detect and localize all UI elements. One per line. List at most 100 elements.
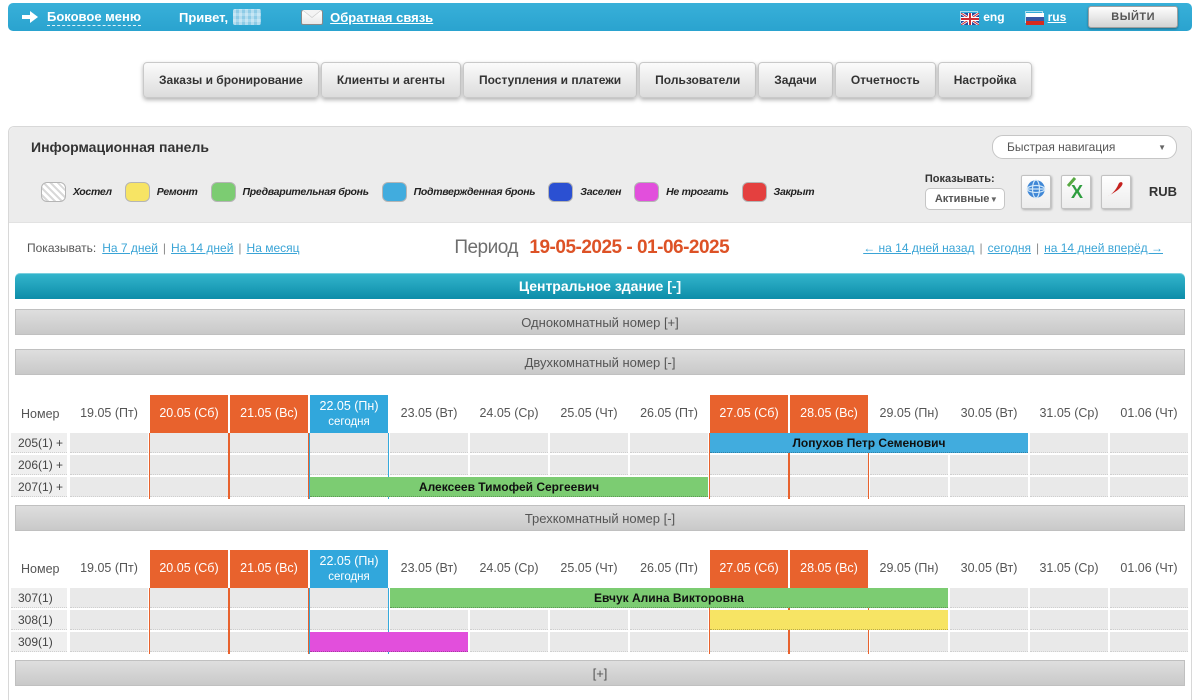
day-cell[interactable]: [230, 610, 308, 630]
day-cell[interactable]: [150, 433, 228, 453]
day-cell[interactable]: [1110, 477, 1188, 497]
day-cell[interactable]: [550, 610, 628, 630]
day-cell[interactable]: [310, 588, 388, 608]
day-header-1[interactable]: 20.05 (Сб): [150, 550, 228, 588]
quick-nav-select[interactable]: Быстрая навигация ▼: [992, 135, 1177, 159]
day-header-today[interactable]: 22.05 (Пн)сегодня: [310, 395, 388, 433]
room-label[interactable]: 206(1) +: [11, 455, 67, 475]
day-cell[interactable]: [1110, 610, 1188, 630]
day-cell[interactable]: [70, 477, 148, 497]
day-cell[interactable]: [790, 477, 868, 497]
day-cell[interactable]: [1030, 455, 1108, 475]
day-header-today[interactable]: 22.05 (Пн)сегодня: [310, 550, 388, 588]
section-one-room[interactable]: Однокомнатный номер [+]: [15, 309, 1185, 335]
pdf-export-button[interactable]: [1101, 175, 1131, 209]
day-cell[interactable]: [950, 477, 1028, 497]
day-cell[interactable]: [870, 455, 948, 475]
day-cell[interactable]: [390, 433, 468, 453]
day-cell[interactable]: [710, 632, 788, 652]
lang-rus-link[interactable]: rus: [1048, 10, 1067, 24]
day-cell[interactable]: [1030, 588, 1108, 608]
nav-tab-3[interactable]: Пользователи: [639, 62, 756, 98]
day-cell[interactable]: [1110, 588, 1188, 608]
day-cell[interactable]: [950, 455, 1028, 475]
web-export-button[interactable]: [1021, 175, 1051, 209]
logout-button[interactable]: выйти: [1088, 6, 1178, 28]
room-label[interactable]: 207(1) +: [11, 477, 67, 497]
day-cell[interactable]: [70, 455, 148, 475]
nav-tab-5[interactable]: Отчетность: [835, 62, 936, 98]
day-cell[interactable]: [1030, 610, 1108, 630]
section-three-room[interactable]: Трехкомнатный номер [-]: [15, 505, 1185, 531]
day-cell[interactable]: [230, 588, 308, 608]
feedback-link[interactable]: Обратная связь: [330, 10, 433, 25]
side-menu-link[interactable]: Боковое меню: [47, 9, 141, 26]
day-cell[interactable]: [790, 632, 868, 652]
day-cell[interactable]: [230, 632, 308, 652]
day-cell[interactable]: [1030, 433, 1108, 453]
day-header-9[interactable]: 28.05 (Вс): [790, 395, 868, 433]
day-cell[interactable]: [870, 632, 948, 652]
day-cell[interactable]: [70, 433, 148, 453]
day-header-9[interactable]: 28.05 (Вс): [790, 550, 868, 588]
room-label[interactable]: 308(1): [11, 610, 67, 630]
feedback-block[interactable]: Обратная связь: [301, 10, 433, 25]
day-cell[interactable]: [790, 455, 868, 475]
period-nav-link-1[interactable]: сегодня: [988, 241, 1031, 255]
day-cell[interactable]: [470, 455, 548, 475]
day-cell[interactable]: [870, 477, 948, 497]
day-cell[interactable]: [150, 632, 228, 652]
side-menu-toggle[interactable]: Боковое меню: [22, 9, 141, 26]
day-cell[interactable]: [310, 455, 388, 475]
day-cell[interactable]: [470, 610, 548, 630]
day-cell[interactable]: [1110, 455, 1188, 475]
lang-eng-link[interactable]: eng: [983, 10, 1004, 24]
booking-bar-preliminary[interactable]: Алексеев Тимофей Сергеевич: [310, 477, 708, 497]
day-cell[interactable]: [230, 433, 308, 453]
range-link-0[interactable]: На 7 дней: [102, 241, 158, 255]
day-cell[interactable]: [230, 455, 308, 475]
section-expand-more[interactable]: [+]: [15, 660, 1185, 686]
room-label[interactable]: 205(1) +: [11, 433, 67, 453]
day-cell[interactable]: [150, 455, 228, 475]
show-filter-select[interactable]: Активные ▼: [925, 188, 1005, 210]
day-cell[interactable]: [390, 610, 468, 630]
day-cell[interactable]: [550, 433, 628, 453]
day-cell[interactable]: [550, 455, 628, 475]
day-cell[interactable]: [710, 455, 788, 475]
day-cell[interactable]: [550, 632, 628, 652]
day-cell[interactable]: [630, 610, 708, 630]
room-label[interactable]: 307(1): [11, 588, 67, 608]
nav-tab-6[interactable]: Настройка: [938, 62, 1033, 98]
day-cell[interactable]: [150, 588, 228, 608]
day-cell[interactable]: [70, 588, 148, 608]
day-cell[interactable]: [950, 632, 1028, 652]
day-header-2[interactable]: 21.05 (Вс): [230, 550, 308, 588]
day-cell[interactable]: [1110, 632, 1188, 652]
section-two-room[interactable]: Двухкомнатный номер [-]: [15, 349, 1185, 375]
booking-bar-repair[interactable]: [710, 610, 948, 630]
nav-tab-0[interactable]: Заказы и бронирование: [143, 62, 319, 98]
day-cell[interactable]: [310, 610, 388, 630]
booking-bar-confirmed[interactable]: Лопухов Петр Семенович: [710, 433, 1028, 453]
day-cell[interactable]: [70, 632, 148, 652]
day-cell[interactable]: [630, 632, 708, 652]
day-cell[interactable]: [310, 433, 388, 453]
day-cell[interactable]: [710, 477, 788, 497]
day-header-8[interactable]: 27.05 (Сб): [710, 550, 788, 588]
nav-tab-2[interactable]: Поступления и платежи: [463, 62, 637, 98]
day-cell[interactable]: [950, 588, 1028, 608]
day-cell[interactable]: [470, 632, 548, 652]
day-cell[interactable]: [630, 455, 708, 475]
day-cell[interactable]: [630, 433, 708, 453]
range-link-1[interactable]: На 14 дней: [171, 241, 233, 255]
period-nav-link-0[interactable]: ← на 14 дней назад: [863, 241, 974, 255]
booking-bar-do_not_touch[interactable]: [310, 632, 468, 652]
day-cell[interactable]: [1030, 477, 1108, 497]
day-header-8[interactable]: 27.05 (Сб): [710, 395, 788, 433]
building-header[interactable]: Центральное здание [-]: [15, 273, 1185, 299]
day-cell[interactable]: [150, 610, 228, 630]
day-cell[interactable]: [70, 610, 148, 630]
nav-tab-1[interactable]: Клиенты и агенты: [321, 62, 461, 98]
nav-tab-4[interactable]: Задачи: [758, 62, 833, 98]
